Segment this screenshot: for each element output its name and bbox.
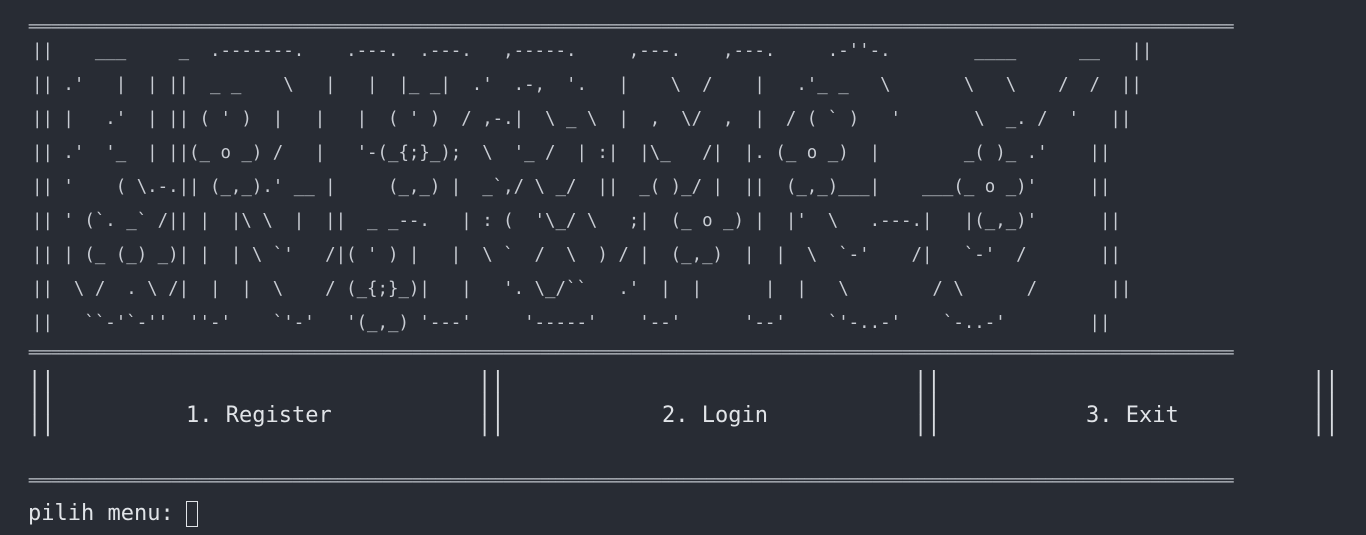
terminal-window: ========================================… bbox=[0, 0, 1366, 535]
separator-top: ========================================… bbox=[28, 22, 1234, 31]
menu-option-login: 2. Login bbox=[662, 403, 768, 428]
menu-prompt[interactable]: pilih menu: bbox=[28, 500, 198, 528]
ascii-art-banner: || ___ _ .-------. .---. .---. ,-----. ,… bbox=[32, 41, 1153, 333]
separator-middle: ========================================… bbox=[28, 348, 1234, 357]
prompt-label: pilih menu: bbox=[28, 501, 174, 526]
menu-option-register: 1. Register bbox=[186, 403, 332, 428]
menu-divider-1: || || || bbox=[478, 368, 505, 437]
separator-bottom: ========================================… bbox=[28, 476, 1234, 485]
text-cursor[interactable] bbox=[185, 501, 198, 527]
menu-border-left: || || || bbox=[28, 368, 55, 437]
menu-option-exit: 3. Exit bbox=[1086, 403, 1179, 428]
menu-border-right: || || || bbox=[1312, 368, 1339, 437]
menu-divider-2: || || || bbox=[914, 368, 941, 437]
